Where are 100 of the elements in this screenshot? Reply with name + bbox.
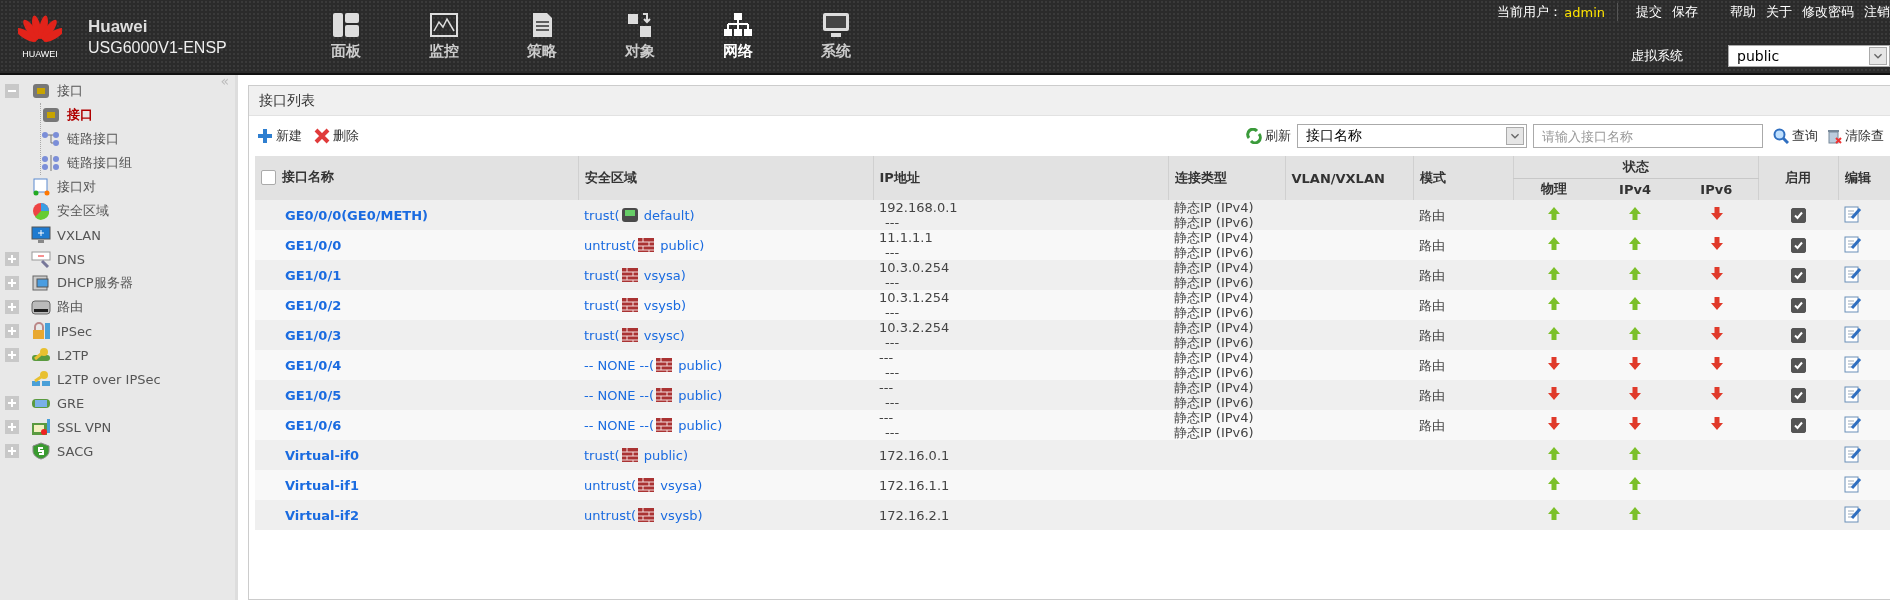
enable-checkbox[interactable] <box>1790 268 1806 283</box>
edit-icon[interactable] <box>1844 204 1862 223</box>
header-link[interactable]: 提交 <box>1636 3 1662 21</box>
interface-link[interactable]: Virtual-if0 <box>261 447 359 463</box>
interface-link[interactable]: GE1/0/3 <box>261 327 342 343</box>
edit-icon[interactable] <box>1844 474 1862 493</box>
zone-link[interactable]: trust( vsysb) <box>584 297 687 313</box>
column-header: VLAN/VXLAN <box>1285 156 1413 200</box>
zone-link[interactable]: trust( vsysc) <box>584 327 685 343</box>
edit-icon[interactable] <box>1844 234 1862 253</box>
interface-link[interactable]: GE1/0/4 <box>261 357 342 373</box>
filter-select[interactable]: 接口名称 <box>1297 124 1527 148</box>
search-field[interactable]: 请输入接口名称 <box>1533 124 1763 148</box>
edit-icon[interactable] <box>1844 354 1862 373</box>
header-link[interactable]: 关于 <box>1766 3 1792 21</box>
zone-link[interactable]: trust( public) <box>584 447 688 463</box>
nav-tab[interactable]: 网络 <box>707 0 769 73</box>
sidebar-item[interactable]: SSL VPN <box>31 418 112 436</box>
server-icon <box>31 274 51 292</box>
mode-text: 路由 <box>1419 297 1445 313</box>
nav-tab[interactable]: 系统 <box>805 0 867 73</box>
trash-icon <box>1826 128 1842 144</box>
search-icon <box>1773 128 1789 144</box>
refresh-button[interactable]: 刷新 <box>1246 127 1291 145</box>
new-button[interactable]: 新建 <box>257 127 302 145</box>
sidebar-item[interactable]: GRE <box>31 394 85 412</box>
enable-checkbox[interactable] <box>1790 418 1806 433</box>
firewall-icon <box>655 387 673 403</box>
header-link[interactable]: 保存 <box>1672 3 1698 21</box>
nav-tab[interactable]: 监控 <box>413 0 475 73</box>
enable-checkbox[interactable] <box>1790 208 1806 223</box>
sidebar-item[interactable]: DHCP服务器 <box>31 274 133 292</box>
search-button[interactable]: 查询 <box>1773 127 1818 145</box>
sidebar-item[interactable]: 接口对 <box>31 178 96 196</box>
select-all-checkbox[interactable] <box>261 169 276 185</box>
sidebar-item[interactable]: L2TP over IPSec <box>31 370 161 388</box>
interface-link[interactable]: GE1/0/1 <box>261 267 342 283</box>
ip-address: 172.16.2.1 <box>879 507 951 523</box>
nav-tab[interactable]: 策略 <box>511 0 573 73</box>
clear-search-button[interactable]: 清除查 <box>1826 127 1884 145</box>
sidebar-item[interactable]: VXLAN <box>31 226 101 244</box>
sidebar-item[interactable]: 链路接口组 <box>41 154 132 172</box>
sidebar-item[interactable]: IPSec <box>31 322 93 340</box>
connection-type: 静态IP (IPv4) <box>1174 410 1255 425</box>
zone-link[interactable]: untrust( vsysb) <box>584 507 703 523</box>
edit-icon[interactable] <box>1844 324 1862 343</box>
edit-icon[interactable] <box>1844 384 1862 403</box>
sidebar-item[interactable]: 接口 <box>31 82 83 100</box>
ip-address: --- <box>884 335 901 350</box>
interface-link[interactable]: GE1/0/0 <box>261 237 342 253</box>
sidebar-item[interactable]: DNS <box>31 250 85 268</box>
interface-link[interactable]: GE0/0/0(GE0/METH) <box>261 207 428 223</box>
interface-link[interactable]: Virtual-if2 <box>261 507 359 523</box>
zone-link[interactable]: untrust( vsysa) <box>584 477 703 493</box>
link-nodes-icon <box>41 130 61 148</box>
edit-icon[interactable] <box>1844 264 1862 283</box>
vsys-select[interactable]: public <box>1728 45 1890 67</box>
zone-link[interactable]: trust( default) <box>584 207 695 223</box>
header-link[interactable]: 注销 <box>1864 3 1890 21</box>
interface-link[interactable]: GE1/0/5 <box>261 387 342 403</box>
zone-link[interactable]: -- NONE --( public) <box>584 417 723 433</box>
header-link[interactable]: 修改密码 <box>1802 3 1854 21</box>
column-header: IP地址 <box>873 156 1168 200</box>
ip-address: 192.168.0.1 <box>879 200 959 215</box>
enable-checkbox[interactable] <box>1790 238 1806 253</box>
zone-link[interactable]: untrust( public) <box>584 237 705 253</box>
zone-link[interactable]: trust( vsysa) <box>584 267 686 283</box>
sidebar-item[interactable]: SACG <box>31 442 94 460</box>
nav-tab[interactable]: 对象 <box>609 0 671 73</box>
enable-checkbox[interactable] <box>1790 328 1806 343</box>
device-icon <box>620 207 639 223</box>
sidebar-item[interactable]: L2TP <box>31 346 89 364</box>
enable-checkbox[interactable] <box>1790 358 1806 373</box>
edit-icon[interactable] <box>1844 414 1862 433</box>
column-header: 状态 <box>1513 156 1758 178</box>
logo-text: HUAWEI <box>22 48 58 59</box>
edit-icon[interactable] <box>1844 294 1862 313</box>
interface-link[interactable]: Virtual-if1 <box>261 477 359 493</box>
zone-link[interactable]: -- NONE --( public) <box>584 357 723 373</box>
edit-icon[interactable] <box>1844 444 1862 463</box>
delete-button[interactable]: 删除 <box>314 127 359 145</box>
interface-link[interactable]: GE1/0/6 <box>261 417 342 433</box>
ip-address: --- <box>884 245 901 260</box>
zone-link[interactable]: -- NONE --( public) <box>584 387 723 403</box>
device-model: USG6000V1-ENSP <box>88 38 228 57</box>
sidebar-item[interactable]: 链路接口 <box>41 130 119 148</box>
edit-icon[interactable] <box>1844 504 1862 523</box>
sidebar-item[interactable]: 安全区域 <box>31 202 109 220</box>
ip-address: --- <box>884 425 901 440</box>
nav-tab[interactable]: 面板 <box>315 0 377 73</box>
connection-type: 静态IP (IPv6) <box>1174 305 1255 320</box>
interface-link[interactable]: GE1/0/2 <box>261 297 342 313</box>
sidebar-item[interactable]: 路由 <box>31 298 83 316</box>
header-link[interactable]: 帮助 <box>1730 3 1756 21</box>
mode-text: 路由 <box>1419 237 1445 253</box>
enable-checkbox[interactable] <box>1790 298 1806 313</box>
connection-type: 静态IP (IPv6) <box>1174 215 1255 230</box>
pie-icon <box>31 202 51 220</box>
sidebar-item[interactable]: 接口 <box>41 106 93 124</box>
enable-checkbox[interactable] <box>1790 388 1806 403</box>
